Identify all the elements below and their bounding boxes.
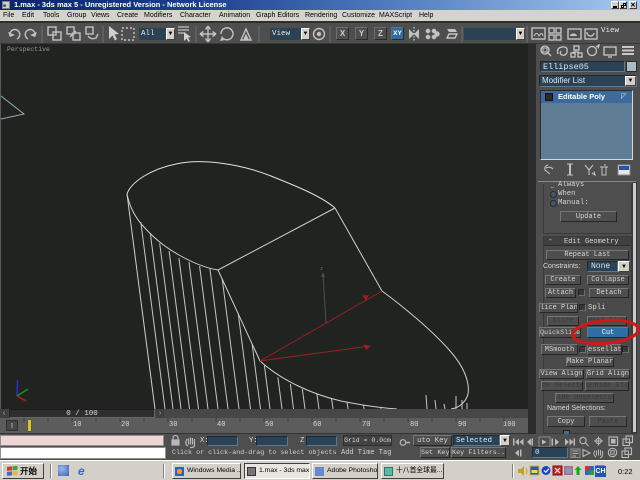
svg-text:z: z xyxy=(320,266,323,272)
